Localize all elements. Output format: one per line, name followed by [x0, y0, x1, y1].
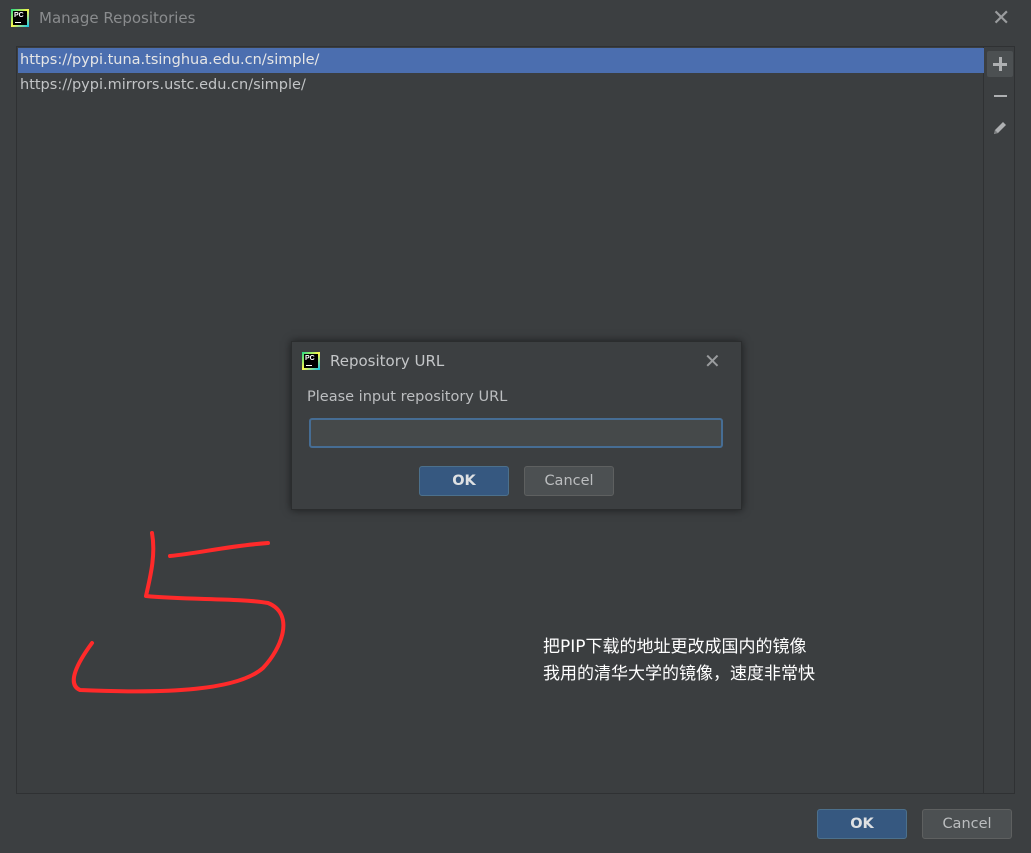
cancel-button[interactable]: Cancel: [922, 809, 1012, 839]
pycharm-icon: PC: [11, 9, 29, 27]
pencil-icon: [994, 122, 1006, 134]
pycharm-icon: PC: [302, 352, 320, 370]
dialog-ok-button[interactable]: OK: [419, 466, 509, 496]
ok-button[interactable]: OK: [817, 809, 907, 839]
dialog-prompt: Please input repository URL: [307, 389, 508, 405]
repository-item[interactable]: https://pypi.mirrors.ustc.edu.cn/simple/: [18, 73, 984, 98]
annotation-line: 把PIP下载的地址更改成国内的镜像: [543, 637, 807, 657]
add-repository-button[interactable]: [987, 51, 1013, 77]
dialog-title: Repository URL: [330, 352, 445, 370]
repository-item[interactable]: https://pypi.tuna.tsinghua.edu.cn/simple…: [18, 48, 984, 73]
edit-repository-button[interactable]: [987, 115, 1013, 141]
window-title: Manage Repositories: [39, 9, 196, 27]
window-titlebar: PC Manage Repositories ✕: [0, 0, 1031, 36]
close-icon[interactable]: ✕: [704, 351, 721, 371]
repository-url-input[interactable]: [309, 418, 723, 448]
list-toolbar: [984, 46, 1015, 794]
close-icon[interactable]: ✕: [992, 8, 1010, 30]
minus-icon: [993, 94, 1007, 98]
annotation-note: 把PIP下载的地址更改成国内的镜像 我用的清华大学的镜像，速度非常快: [543, 634, 815, 688]
repository-url-dialog: PC Repository URL ✕ Please input reposit…: [291, 341, 742, 510]
dialog-cancel-button[interactable]: Cancel: [524, 466, 614, 496]
plus-icon: [993, 57, 1007, 71]
annotation-line: 我用的清华大学的镜像，速度非常快: [543, 664, 815, 684]
remove-repository-button[interactable]: [987, 83, 1013, 109]
